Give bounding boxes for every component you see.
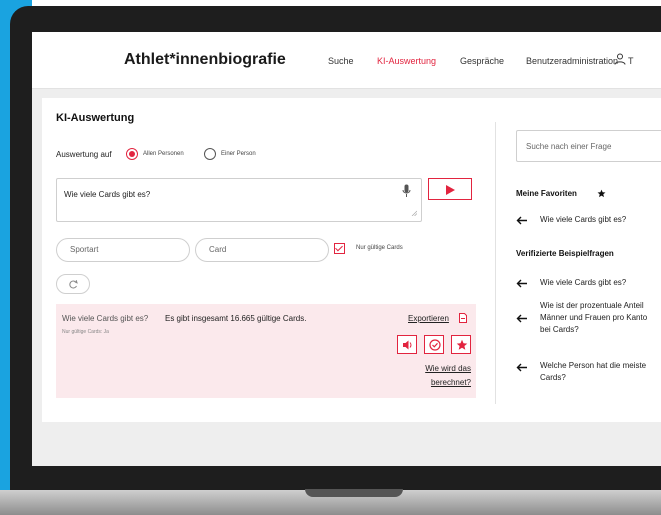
arrow-left-icon bbox=[516, 216, 527, 225]
export-file-icon[interactable] bbox=[459, 313, 467, 323]
app-screen: Athlet*innenbiografie Suche KI-Auswertun… bbox=[32, 32, 661, 466]
arrow-left-icon bbox=[516, 314, 527, 323]
app-header: Athlet*innenbiografie Suche KI-Auswertun… bbox=[32, 32, 661, 89]
calculation-info-link[interactable]: Wie wird das berechnet? bbox=[420, 362, 471, 390]
arrow-left-icon bbox=[516, 279, 527, 288]
result-panel: Wie viele Cards gibt es? Nur gültige Car… bbox=[56, 304, 476, 398]
nav-item-suche[interactable]: Suche bbox=[328, 56, 354, 66]
verify-check-icon bbox=[429, 339, 441, 351]
reset-button[interactable] bbox=[56, 274, 90, 294]
example-question-label: Wie viele Cards gibt es? bbox=[540, 278, 627, 287]
sportart-filter-placeholder: Sportart bbox=[70, 245, 99, 254]
resize-handle-icon[interactable] bbox=[411, 210, 417, 216]
main-card: KI-Auswertung Auswertung auf Allen Perso… bbox=[42, 98, 661, 422]
arrow-left-icon bbox=[516, 363, 527, 372]
result-filter-note: Nur gültige Cards: Ja bbox=[62, 329, 109, 335]
nav-item-ki-auswertung[interactable]: KI-Auswertung bbox=[377, 56, 436, 66]
question-input[interactable]: Wie viele Cards gibt es? bbox=[56, 178, 422, 222]
reset-icon bbox=[69, 280, 78, 289]
app-title: Athlet*innenbiografie bbox=[124, 51, 286, 68]
radio-one-person[interactable] bbox=[204, 148, 216, 160]
valid-cards-checkbox-label[interactable]: Nur gültige Cards bbox=[356, 245, 403, 251]
microphone-icon[interactable] bbox=[402, 184, 411, 198]
user-icon[interactable] bbox=[614, 53, 626, 65]
example-question-label: Welche Person hat die meiste Cards? bbox=[540, 361, 647, 382]
radio-all-persons-label[interactable]: Allen Personen bbox=[143, 151, 184, 157]
star-icon bbox=[456, 339, 468, 350]
star-icon bbox=[597, 189, 606, 198]
laptop-base-notch bbox=[305, 489, 403, 497]
examples-heading: Verifizierte Beispielfragen bbox=[516, 249, 614, 258]
radio-one-person-label[interactable]: Einer Person bbox=[221, 151, 256, 157]
user-menu-label[interactable]: T bbox=[628, 56, 634, 66]
result-answer: Es gibt insgesamt 16.665 gültige Cards. bbox=[165, 314, 307, 323]
example-question-label: Wie ist der prozentuale Anteil Männer un… bbox=[540, 301, 648, 334]
read-aloud-button[interactable] bbox=[397, 335, 417, 354]
card-filter-placeholder: Card bbox=[209, 245, 227, 254]
speaker-icon bbox=[403, 340, 412, 350]
run-query-button[interactable] bbox=[428, 178, 472, 200]
card-filter[interactable]: Card bbox=[195, 238, 329, 262]
play-icon bbox=[446, 185, 455, 195]
valid-cards-checkbox[interactable] bbox=[334, 243, 345, 254]
nav-item-gespraeche[interactable]: Gespräche bbox=[460, 56, 504, 66]
favorite-button[interactable] bbox=[451, 335, 471, 354]
evaluation-mode-label: Auswertung auf bbox=[56, 150, 112, 159]
radio-all-persons[interactable] bbox=[126, 148, 138, 160]
favorites-heading: Meine Favoriten bbox=[516, 189, 577, 198]
question-search-input[interactable]: Suche nach einer Frage bbox=[516, 130, 661, 162]
sportart-filter[interactable]: Sportart bbox=[56, 238, 190, 262]
column-divider bbox=[495, 122, 496, 404]
nav-item-benutzeradministration[interactable]: Benutzeradministration bbox=[526, 56, 618, 66]
result-question: Wie viele Cards gibt es? bbox=[62, 314, 149, 323]
verify-button[interactable] bbox=[424, 335, 444, 354]
section-title: KI-Auswertung bbox=[56, 112, 135, 124]
question-search-placeholder: Suche nach einer Frage bbox=[526, 142, 612, 151]
favorite-question-label: Wie viele Cards gibt es? bbox=[540, 215, 627, 224]
question-input-value: Wie viele Cards gibt es? bbox=[64, 190, 151, 199]
export-link[interactable]: Exportieren bbox=[408, 314, 449, 323]
